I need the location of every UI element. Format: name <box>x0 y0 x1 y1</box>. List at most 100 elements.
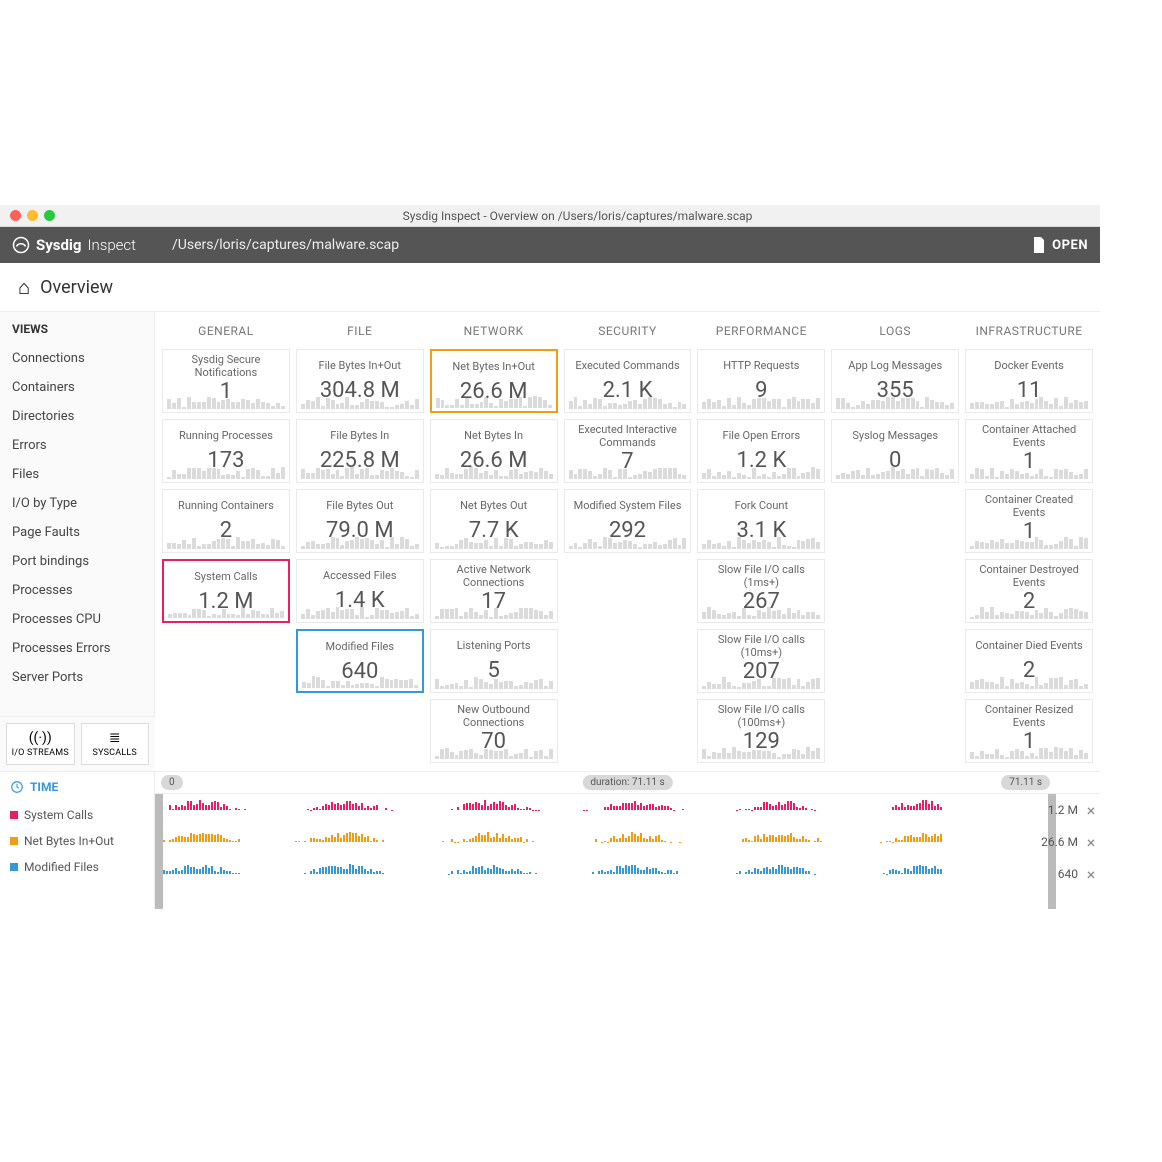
metric-tile[interactable]: Container Attached Events1 <box>965 419 1093 483</box>
io-streams-button[interactable]: ((·)) I/O STREAMS <box>6 723 75 765</box>
empty-cell <box>162 699 290 763</box>
syscalls-button[interactable]: ≣ SYSCALLS <box>81 723 150 765</box>
metric-tile[interactable]: File Bytes In225.8 M <box>296 419 424 483</box>
metric-tile[interactable]: Syslog Messages0 <box>831 419 959 483</box>
metric-tile[interactable]: Executed Commands2.1 K <box>564 349 692 413</box>
io-streams-icon: ((·)) <box>7 730 74 746</box>
sidebar-item-page-faults[interactable]: Page Faults <box>0 518 154 547</box>
metric-tile[interactable]: Slow File I/O calls (100ms+)129 <box>697 699 825 763</box>
metric-tile[interactable]: Net Bytes In26.6 M <box>430 419 558 483</box>
metric-tile[interactable]: App Log Messages355 <box>831 349 959 413</box>
sidebar-item-server-ports[interactable]: Server Ports <box>0 663 154 692</box>
sidebar-item-i-o-by-type[interactable]: I/O by Type <box>0 489 154 518</box>
timeline-value: 640 <box>1012 867 1082 881</box>
metric-tile[interactable]: Running Containers2 <box>162 489 290 553</box>
metric-title: Executed Commands <box>567 354 689 378</box>
metric-title: Container Destroyed Events <box>968 564 1090 589</box>
empty-cell <box>564 629 692 693</box>
timeline-row: 26.6 M× <box>155 826 1100 858</box>
empty-cell <box>831 489 959 553</box>
metric-tile[interactable]: File Bytes In+Out304.8 M <box>296 349 424 413</box>
empty-cell <box>831 699 959 763</box>
sidebar-item-directories[interactable]: Directories <box>0 402 154 431</box>
sidebar-item-port-bindings[interactable]: Port bindings <box>0 547 154 576</box>
metric-title: Active Network Connections <box>433 564 555 589</box>
home-icon[interactable]: ⌂ <box>18 275 30 300</box>
metric-title: File Bytes Out <box>299 494 421 518</box>
column-header: PERFORMANCE <box>694 312 828 346</box>
metric-tile[interactable]: Slow File I/O calls (1ms+)267 <box>697 559 825 623</box>
empty-cell <box>831 559 959 623</box>
metric-title: File Bytes In <box>299 424 421 448</box>
metric-tile[interactable]: Listening Ports5 <box>430 629 558 693</box>
metric-tile[interactable]: Net Bytes In+Out26.6 M <box>430 349 558 413</box>
sidebar-item-processes-errors[interactable]: Processes Errors <box>0 634 154 663</box>
timeline-row: 1.2 M× <box>155 794 1100 826</box>
sidebar-item-connections[interactable]: Connections <box>0 344 154 373</box>
metric-title: Fork Count <box>700 494 822 518</box>
timeline-series[interactable]: System Calls <box>0 802 154 828</box>
timeline-series[interactable]: Modified Files <box>0 854 154 880</box>
metric-tile[interactable]: New Outbound Connections70 <box>430 699 558 763</box>
metric-tile[interactable]: Executed Interactive Commands7 <box>564 419 692 483</box>
series-swatch <box>10 811 18 819</box>
empty-cell <box>162 629 290 693</box>
metric-tile[interactable]: Sysdig Secure Notifications1 <box>162 349 290 413</box>
timeline-series[interactable]: Net Bytes In+Out <box>0 828 154 854</box>
metric-tile[interactable]: File Bytes Out79.0 M <box>296 489 424 553</box>
sidebar-item-processes-cpu[interactable]: Processes CPU <box>0 605 154 634</box>
metric-tile[interactable]: Docker Events11 <box>965 349 1093 413</box>
remove-series-icon[interactable]: × <box>1082 801 1100 820</box>
metric-title: App Log Messages <box>834 354 956 378</box>
metric-tile[interactable]: Active Network Connections17 <box>430 559 558 623</box>
metric-tile[interactable]: Fork Count3.1 K <box>697 489 825 553</box>
metric-tile[interactable]: System Calls1.2 M <box>162 559 290 623</box>
time-ruler[interactable]: 0 duration: 71.11 s 71.11 s <box>155 772 1100 794</box>
metric-title: Slow File I/O calls (10ms+) <box>700 634 822 659</box>
views-sidebar: VIEWS ConnectionsContainersDirectoriesEr… <box>0 312 155 771</box>
column-header: FILE <box>293 312 427 346</box>
metric-tile[interactable]: HTTP Requests9 <box>697 349 825 413</box>
views-header: VIEWS <box>0 312 154 344</box>
metric-tile[interactable]: Container Destroyed Events2 <box>965 559 1093 623</box>
window-minimize-icon[interactable] <box>27 210 38 221</box>
empty-cell <box>564 699 692 763</box>
timeline-value: 26.6 M <box>1012 835 1082 849</box>
metric-tile[interactable]: Container Resized Events1 <box>965 699 1093 763</box>
metric-tile[interactable]: Modified System Files292 <box>564 489 692 553</box>
remove-series-icon[interactable]: × <box>1082 833 1100 852</box>
sidebar-buttons: ((·)) I/O STREAMS ≣ SYSCALLS <box>0 716 155 771</box>
window-close-icon[interactable] <box>10 210 21 221</box>
metric-tile[interactable]: Accessed Files1.4 K <box>296 559 424 623</box>
empty-cell <box>831 629 959 693</box>
page-title: Overview <box>40 277 113 298</box>
timeline-wave[interactable] <box>155 830 1012 854</box>
open-button[interactable]: OPEN <box>1032 237 1088 253</box>
timeline-wave[interactable] <box>155 798 1012 822</box>
sidebar-item-processes[interactable]: Processes <box>0 576 154 605</box>
window-zoom-icon[interactable] <box>44 210 55 221</box>
sidebar-item-files[interactable]: Files <box>0 460 154 489</box>
topbar: SysdigInspect /Users/loris/captures/malw… <box>0 227 1100 263</box>
remove-series-icon[interactable]: × <box>1082 865 1100 884</box>
timeline-wave[interactable] <box>155 862 1012 886</box>
metric-tile[interactable]: Slow File I/O calls (10ms+)207 <box>697 629 825 693</box>
sidebar-item-containers[interactable]: Containers <box>0 373 154 402</box>
metric-tile[interactable]: Modified Files640 <box>296 629 424 693</box>
metric-tile[interactable]: Container Died Events2 <box>965 629 1093 693</box>
metric-title: Net Bytes Out <box>433 494 555 518</box>
metric-tile[interactable]: Running Processes173 <box>162 419 290 483</box>
app-window: Sysdig Inspect - Overview on /Users/lori… <box>0 205 1100 909</box>
metrics-grid: GENERALFILENETWORKSECURITYPERFORMANCELOG… <box>155 312 1100 771</box>
metric-tile[interactable]: Container Created Events1 <box>965 489 1093 553</box>
metric-title: New Outbound Connections <box>433 704 555 729</box>
syscalls-icon: ≣ <box>82 730 149 746</box>
metric-tile[interactable]: Net Bytes Out7.7 K <box>430 489 558 553</box>
time-duration-pill: duration: 71.11 s <box>582 775 672 790</box>
metric-tile[interactable]: File Open Errors1.2 K <box>697 419 825 483</box>
metric-title: Container Resized Events <box>968 704 1090 729</box>
sidebar-item-errors[interactable]: Errors <box>0 431 154 460</box>
column-header: SECURITY <box>561 312 695 346</box>
metric-title: Sysdig Secure Notifications <box>165 354 287 379</box>
metric-title: Docker Events <box>968 354 1090 378</box>
